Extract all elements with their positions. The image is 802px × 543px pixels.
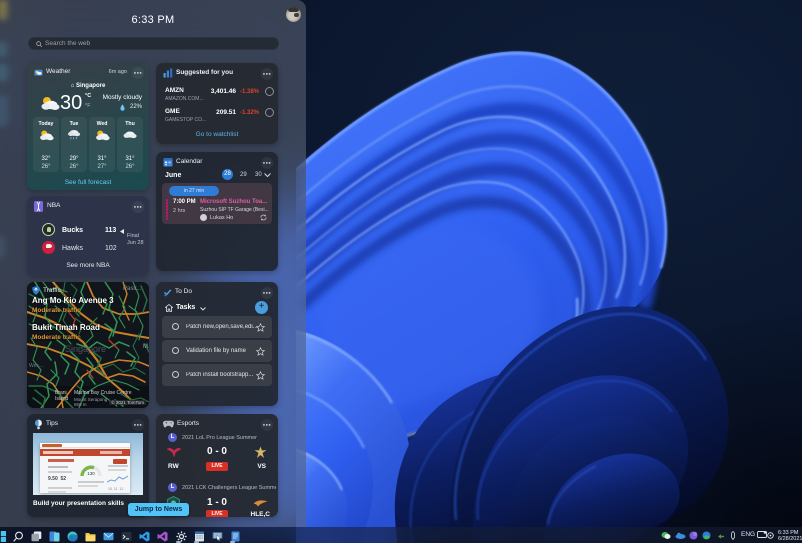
- svg-text:Pasir...: Pasir...: [123, 286, 142, 292]
- svg-text:M...: M...: [143, 344, 149, 350]
- svg-text:Wes...: Wes...: [29, 363, 43, 369]
- svg-text:Singapore: Singapore: [65, 344, 106, 354]
- svg-text:130: 130: [87, 471, 95, 476]
